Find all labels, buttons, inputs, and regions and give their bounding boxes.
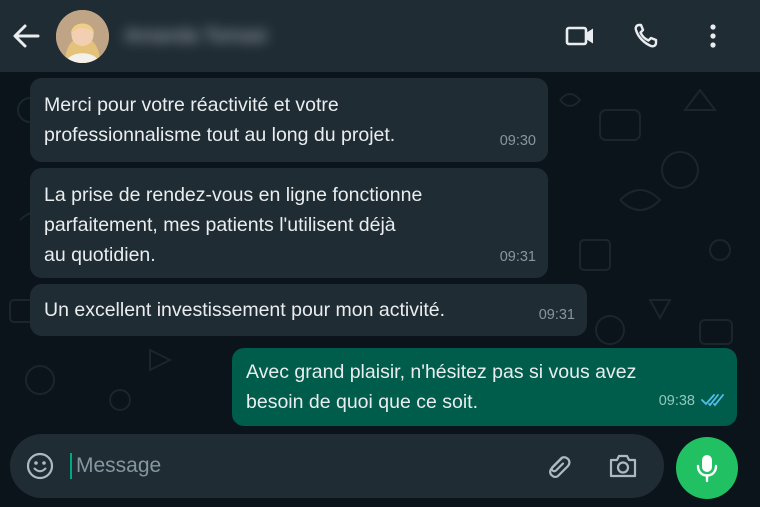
message-bubble[interactable]: Merci pour votre réactivité et votre pro… [30,78,548,162]
message-text: La prise de rendez-vous en ligne fonctio… [44,184,423,266]
attachment-icon[interactable] [542,450,574,482]
text-cursor [70,453,72,479]
voice-message-button[interactable] [676,437,738,499]
emoji-icon[interactable] [26,452,54,480]
message-text: Avec grand plaisir, n'hésitez pas si vou… [246,361,637,413]
message-list: Merci pour votre réactivité et votre pro… [0,72,760,432]
read-receipt-icon [701,386,725,416]
message-bubble[interactable]: Un excellent investissement pour mon act… [30,284,587,336]
back-arrow-icon[interactable] [10,22,42,50]
video-call-icon[interactable] [565,22,595,50]
message-time: 09:38 [658,393,695,409]
message-input[interactable] [76,446,516,486]
message-text: Un excellent investissement pour mon act… [44,299,446,321]
message-bubble-outgoing[interactable]: Avec grand plaisir, n'hésitez pas si vou… [232,348,737,426]
message-composer [10,434,664,498]
voice-call-icon[interactable] [632,22,662,50]
message-time: 09:31 [538,307,575,323]
avatar[interactable] [56,10,109,63]
message-time: 09:30 [499,133,536,149]
contact-name[interactable]: Amanda Tomasi [124,24,308,48]
message-text: Merci pour votre réactivité et votre pro… [44,94,396,146]
chat-header: Amanda Tomasi [0,0,760,72]
message-bubble[interactable]: La prise de rendez-vous en ligne fonctio… [30,168,548,278]
message-time: 09:31 [499,249,536,265]
camera-icon[interactable] [608,452,638,480]
more-options-icon[interactable] [698,22,728,50]
